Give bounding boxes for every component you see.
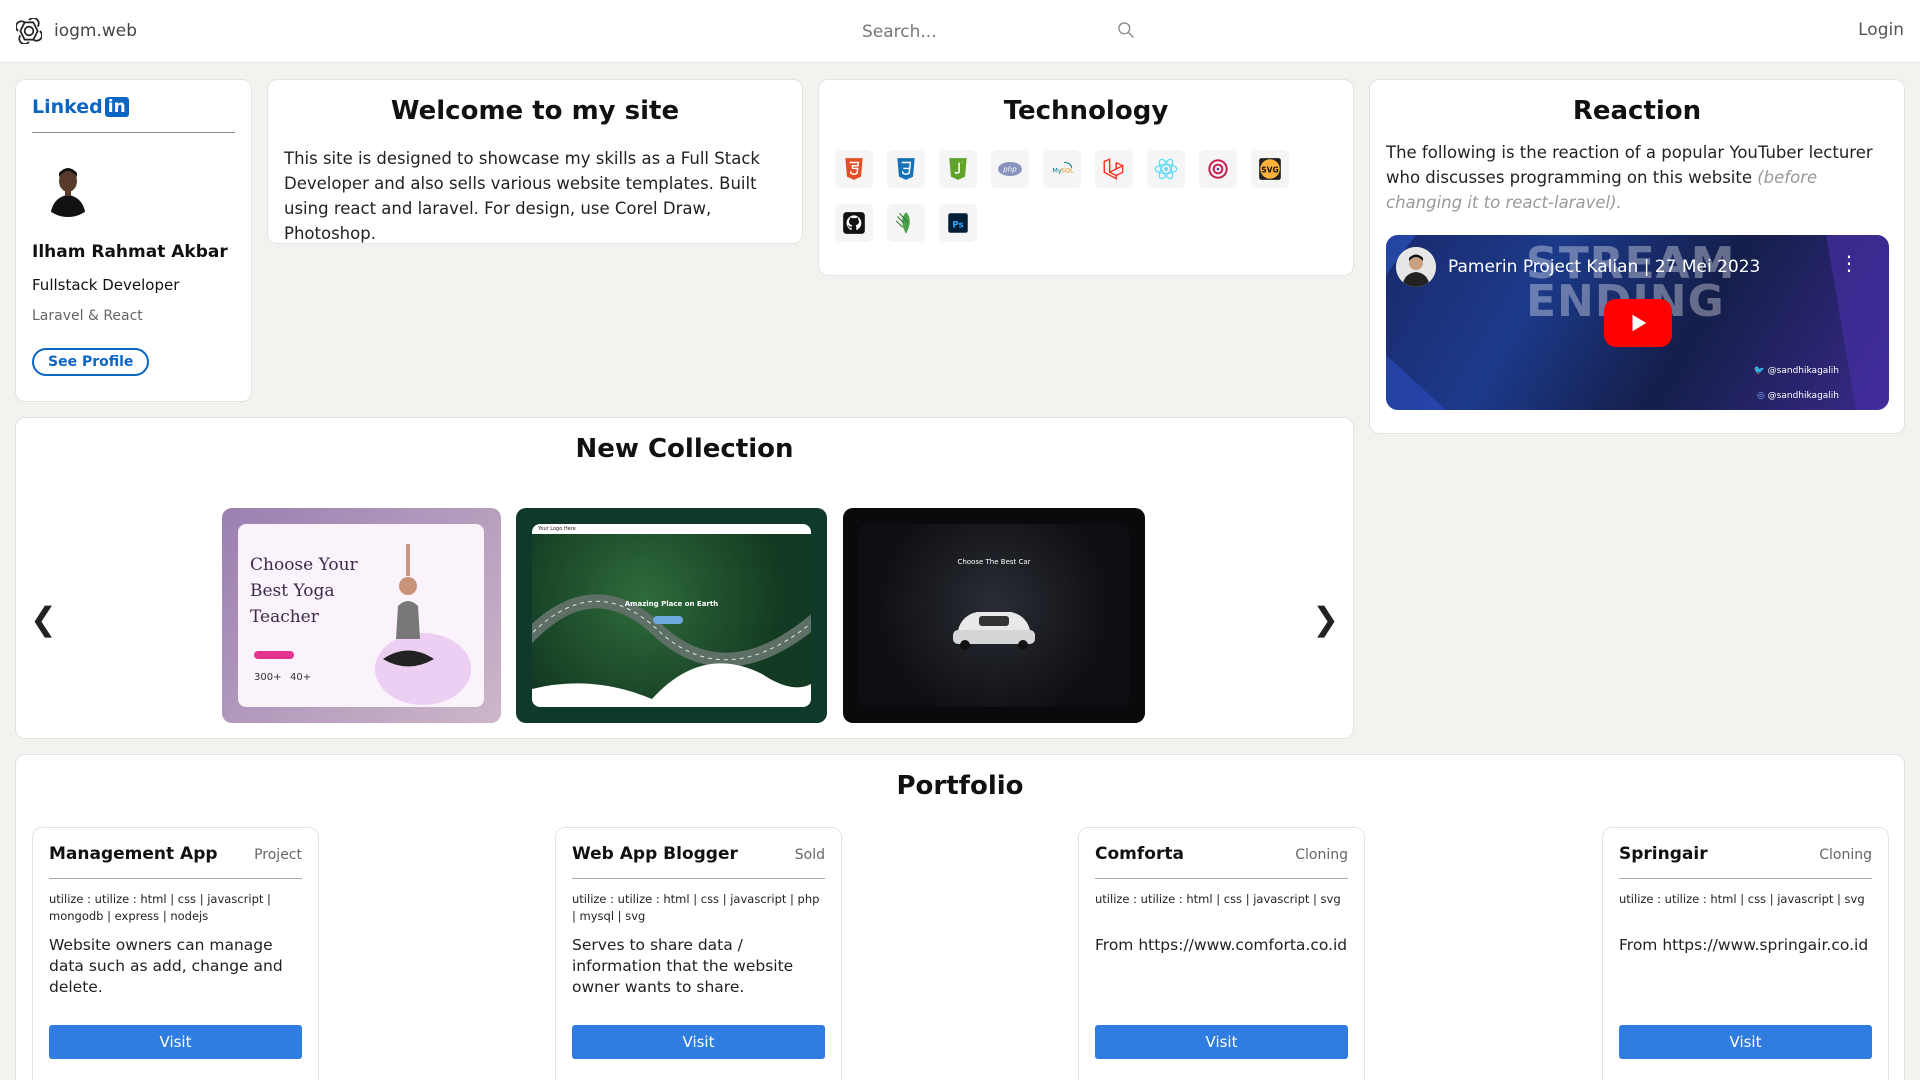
portfolio-item: Springair Cloning utilize : utilize : ht… [1602, 827, 1889, 1080]
top-navbar: iogm.web Login [0, 0, 1920, 63]
portfolio-item-utilize: utilize : utilize : html | css | javascr… [49, 892, 271, 923]
search-bar [858, 16, 1138, 48]
yoga-stat-1: 300+ [254, 672, 282, 683]
carousel-next-button[interactable]: ❯ [1312, 600, 1339, 638]
road-illustration [532, 594, 811, 707]
photoshop-icon: Ps [939, 204, 977, 242]
avatar [38, 157, 98, 217]
profile-card: Linked in Ilham Rahmat Akbar Fullstack D… [15, 79, 252, 402]
portfolio-item-description: From https://www.springair.co.id [1619, 936, 1869, 954]
new-collection-card: New Collection ❮ ❯ Choose Your Best Yoga… [15, 417, 1354, 739]
portfolio-item-tag: Cloning [1819, 847, 1872, 863]
collection-slide-yoga[interactable]: Choose Your Best Yoga Teacher 300+ 40+ [222, 508, 501, 723]
reaction-title: Reaction [1572, 96, 1702, 126]
portfolio-item-tag: Project [254, 847, 302, 863]
profile-name: Ilham Rahmat Akbar [32, 242, 228, 262]
more-options-icon[interactable]: ⋮ [1839, 253, 1859, 273]
welcome-title: Welcome to my site [390, 96, 680, 126]
svg-text:SVG: SVG [1261, 165, 1279, 174]
portfolio-item-title: Management App [49, 844, 218, 864]
video-title[interactable]: Pamerin Project Kalian | 27 Mei 2023 [1448, 257, 1760, 277]
car-template-preview: Choose The Best Car [859, 524, 1129, 707]
technology-icons: php My SQL SVG Ps [835, 150, 1337, 242]
welcome-text: This site is designed to showcase my ski… [284, 149, 760, 243]
twitter-icon: 🐦 [1753, 366, 1765, 376]
html5-icon [835, 150, 873, 188]
visit-button[interactable]: Visit [1095, 1025, 1348, 1059]
portfolio-item-header: Springair Cloning [1619, 844, 1872, 879]
react-icon [1147, 150, 1185, 188]
car-illustration [953, 612, 1035, 650]
travel-heading: Amazing Place on Earth [624, 600, 719, 608]
portfolio-item-utilize: utilize : utilize : html | css | javascr… [572, 892, 820, 923]
portfolio-item-title: Web App Blogger [572, 844, 738, 864]
portfolio-item-header: Management App Project [49, 844, 302, 879]
portfolio-item-title: Springair [1619, 844, 1708, 864]
collection-title: New Collection [575, 434, 794, 464]
portfolio-item: Management App Project utilize : utilize… [32, 827, 319, 1080]
visit-button[interactable]: Visit [49, 1025, 302, 1059]
portfolio-item-tag: Sold [794, 847, 825, 863]
mysql-icon: My SQL [1043, 150, 1081, 188]
visit-button[interactable]: Visit [1619, 1025, 1872, 1059]
visit-button[interactable]: Visit [572, 1025, 825, 1059]
collection-slide-car[interactable]: Choose The Best Car [843, 508, 1145, 723]
linkedin-in-badge: in [104, 97, 129, 117]
css3-icon [887, 150, 925, 188]
see-profile-button[interactable]: See Profile [32, 348, 150, 376]
play-button[interactable] [1604, 299, 1672, 347]
welcome-card: Welcome to my site This site is designed… [267, 79, 803, 244]
search-input[interactable] [858, 22, 1108, 42]
reaction-card: Reaction The following is the reaction o… [1369, 79, 1905, 434]
portfolio-item: Web App Blogger Sold utilize : utilize :… [555, 827, 842, 1080]
php-icon: php [991, 150, 1029, 188]
svg-icon: SVG [1251, 150, 1289, 188]
carousel-prev-button[interactable]: ❮ [30, 600, 57, 638]
reaction-text: The following is the reaction of a popul… [1386, 140, 1888, 215]
github-icon [835, 204, 873, 242]
portfolio-item-tag: Cloning [1295, 847, 1348, 863]
brand[interactable]: iogm.web [16, 18, 137, 44]
portfolio-item-title: Comforta [1095, 844, 1184, 864]
portfolio-card: Portfolio Management App Project utilize… [15, 754, 1905, 1080]
portfolio-item: Comforta Cloning utilize : utilize : htm… [1078, 827, 1365, 1080]
collection-slide-travel[interactable]: Your Logo Here Amazing Place on Earth [516, 508, 827, 723]
technology-card: Technology php My SQL SVG Ps [818, 79, 1354, 276]
instagram-handle: ◎ @sandhikagalih [1756, 391, 1839, 401]
portfolio-item-description: From https://www.comforta.co.id [1095, 936, 1348, 954]
svg-text:php: php [1002, 165, 1017, 174]
portfolio-item-utilize: utilize : utilize : html | css | javascr… [1619, 892, 1865, 906]
play-icon [1632, 314, 1647, 332]
profile-skills: Laravel & React [32, 308, 143, 324]
youtube-video-embed[interactable]: STREAM ENDING Pamerin Project Kalian | 2… [1386, 235, 1889, 410]
portfolio-item-utilize: utilize : utilize : html | css | javascr… [1095, 892, 1341, 906]
search-icon[interactable] [1116, 20, 1136, 40]
svg-text:Ps: Ps [952, 220, 963, 230]
laravel-icon [1095, 150, 1133, 188]
openai-logo-icon [16, 18, 42, 44]
portfolio-item-header: Comforta Cloning [1095, 844, 1348, 879]
technology-title: Technology [1003, 96, 1169, 126]
twitter-handle: 🐦 @sandhikagalih [1753, 366, 1839, 376]
portfolio-item-description: Serves to share data / information that … [572, 936, 794, 996]
linkedin-word: Linked [32, 96, 103, 118]
yoga-template-preview: Choose Your Best Yoga Teacher 300+ 40+ [238, 524, 484, 707]
login-link[interactable]: Login [1858, 20, 1904, 40]
travel-template-preview: Your Logo Here Amazing Place on Earth [532, 524, 811, 707]
instagram-icon: ◎ [1756, 391, 1765, 401]
profile-role: Fullstack Developer [32, 276, 180, 294]
divider [32, 132, 235, 133]
redux-icon [1199, 150, 1237, 188]
yoga-stat-2: 40+ [290, 672, 312, 683]
channel-avatar[interactable] [1396, 247, 1436, 287]
portfolio-item-description: Website owners can manage data such as a… [49, 936, 283, 996]
portfolio-item-header: Web App Blogger Sold [572, 844, 825, 879]
linkedin-logo: Linked in [32, 96, 235, 118]
portfolio-title: Portfolio [896, 771, 1024, 801]
javascript-icon [939, 150, 977, 188]
mongodb-icon [887, 204, 925, 242]
brand-name: iogm.web [54, 21, 138, 41]
